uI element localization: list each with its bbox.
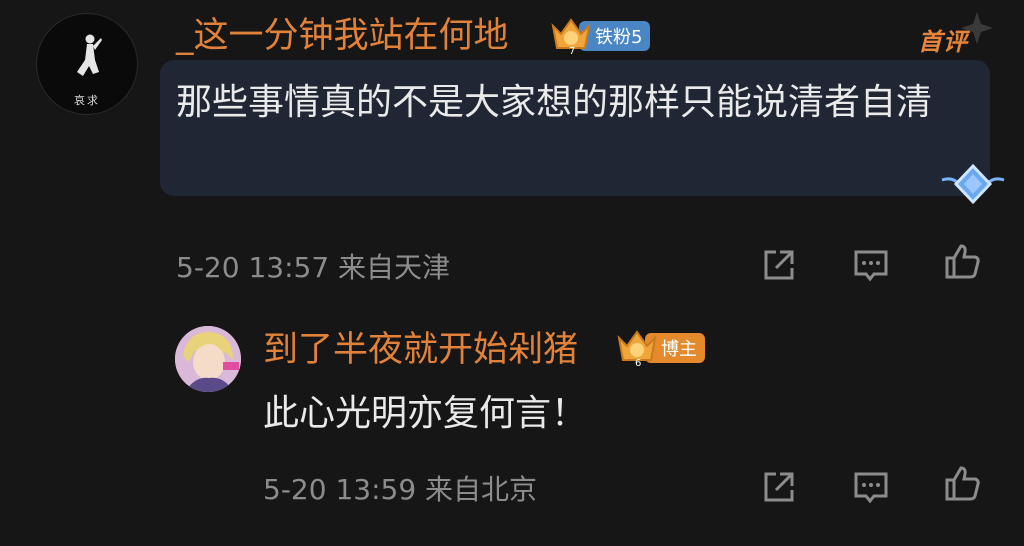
comment-text: 那些事情真的不是大家想的那样只能说清者自清 xyxy=(176,82,933,123)
comment-meta: 5-20 13:57 来自天津 xyxy=(176,251,451,284)
like-icon[interactable] xyxy=(943,242,981,280)
like-icon[interactable] xyxy=(943,464,981,502)
author-badge[interactable]: 6 博主 xyxy=(615,330,705,368)
comment-icon[interactable] xyxy=(852,468,890,506)
share-icon[interactable] xyxy=(760,468,798,506)
comment-icon[interactable] xyxy=(852,246,890,284)
avatar-caption: 哀求 xyxy=(74,94,100,107)
crown-icon: 7 xyxy=(551,18,591,56)
svg-text:7: 7 xyxy=(569,46,575,56)
comment-text: 此心光明亦复何言！ xyxy=(263,393,588,434)
share-icon[interactable] xyxy=(760,246,798,284)
username[interactable]: _这一分钟我站在何地 xyxy=(176,14,509,58)
avatar[interactable] xyxy=(175,326,241,392)
diamond-decoration-icon xyxy=(941,163,1005,205)
comment-item: 哀求 _这一分钟我站在何地 7 铁粉5 首评 那些事情真的不是大家想的那样只能说… xyxy=(0,0,1024,300)
sparkle-icon xyxy=(961,12,993,44)
anime-avatar-icon xyxy=(175,326,241,392)
svg-text:6: 6 xyxy=(635,358,641,368)
comment-meta: 5-20 13:59 来自北京 xyxy=(263,473,538,506)
username[interactable]: 到了半夜就开始剁猪 xyxy=(263,328,578,372)
crown-icon: 6 xyxy=(617,330,657,368)
fan-badge[interactable]: 7 铁粉5 xyxy=(549,18,651,56)
kneeling-figure-icon xyxy=(77,34,102,76)
avatar[interactable]: 哀求 xyxy=(36,13,138,115)
